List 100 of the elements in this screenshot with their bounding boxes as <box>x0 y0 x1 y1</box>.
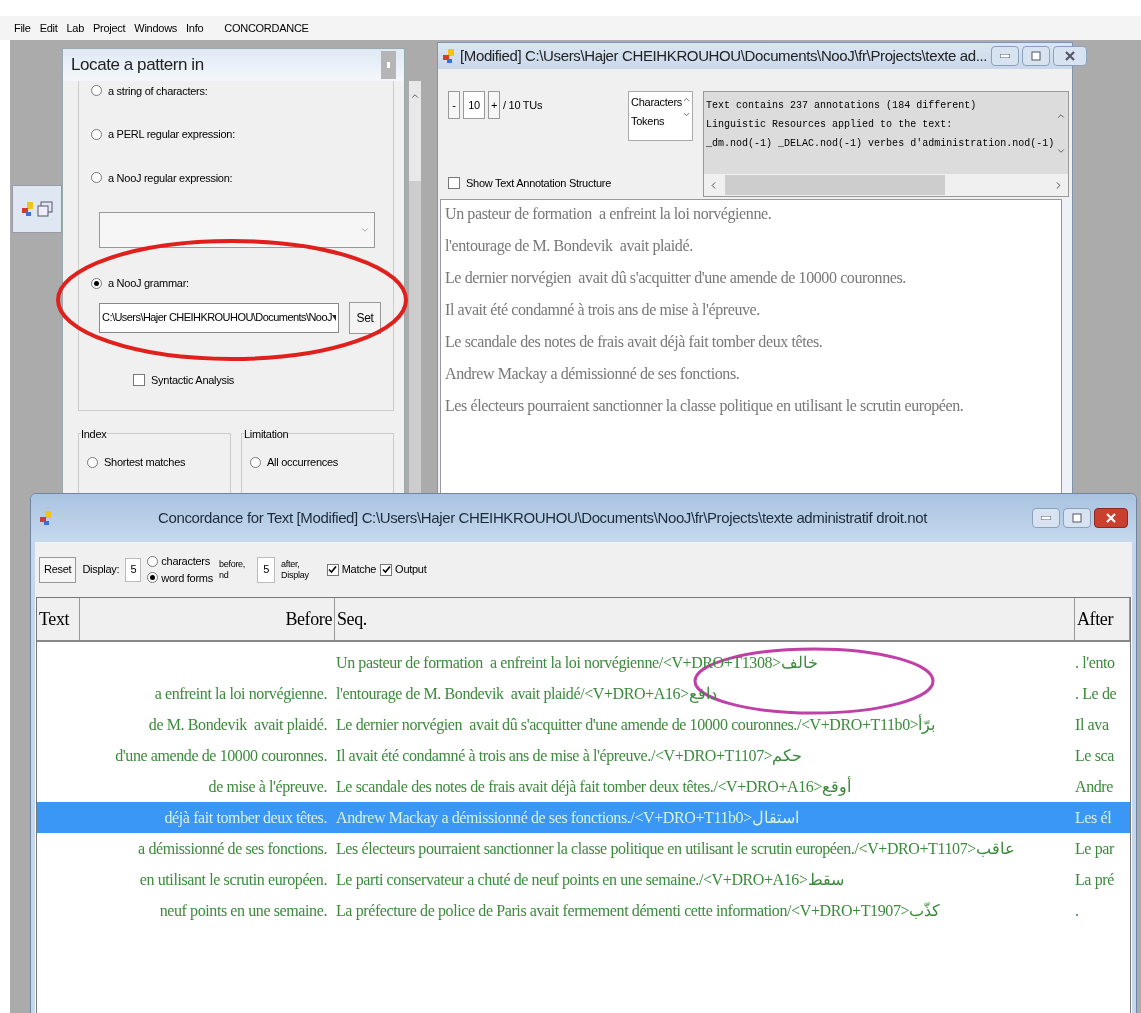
radio-button[interactable] <box>147 572 159 584</box>
menu-item[interactable]: File <box>14 19 31 37</box>
text-line: l'entourage de M. Bondevik avait plaidé. <box>445 236 694 257</box>
note-text: Display <box>281 569 309 581</box>
before-cell-text: a démissionné de ses fonctions. <box>137 838 328 859</box>
window-title: [Modified] C:\Users\Hajer CHEIHKROUHOU\Documents\NooJ\fr\Projects\texte ad... <box>460 45 988 66</box>
radio-button[interactable] <box>91 172 102 184</box>
column-header[interactable]: Seq. <box>335 598 1075 640</box>
windows-icon <box>37 201 53 217</box>
vertical-scrollbar[interactable] <box>409 80 421 493</box>
scrollbar-thumb[interactable] <box>725 175 946 195</box>
expression-combobox[interactable] <box>99 212 375 248</box>
maximize-button[interactable] <box>1022 46 1051 66</box>
checkbox-label: Show Text Annotation Structure <box>466 175 612 191</box>
app-icon <box>21 201 35 217</box>
after-cell-text: La pré <box>1075 869 1115 891</box>
after-cell-text: . <box>1075 900 1080 921</box>
list-item[interactable]: Characters <box>631 94 683 111</box>
before-count-field[interactable]: 5 <box>125 557 142 582</box>
radio-button[interactable] <box>91 85 102 97</box>
text-line: Le dernier norvégien avait dû s'acquitter d'une amende de 10000 couronnes. <box>445 268 907 289</box>
scrollbar-thumb[interactable] <box>409 180 421 493</box>
unit-listbox[interactable]: Characters Tokens <box>628 91 694 141</box>
sequence-cell-text: Il avait été condamné à trois ans de mise à l'épreuve./<V+DRO+T1107>حكم <box>335 745 804 767</box>
checkbox-label: Output <box>395 562 427 578</box>
maximize-icon <box>1072 513 1082 523</box>
radio-button[interactable] <box>250 456 261 468</box>
minimize-icon <box>1041 516 1051 520</box>
app-icon <box>39 510 53 526</box>
minimize-button[interactable] <box>1032 508 1060 528</box>
info-line: Linguistic Resources applied to the text: <box>706 118 954 132</box>
option-label: All occurrences <box>267 455 339 470</box>
menu-item[interactable]: Lab <box>66 19 84 37</box>
increment-button[interactable]: + <box>488 91 500 119</box>
set-button[interactable]: Set <box>349 301 381 334</box>
radio-button[interactable] <box>87 456 98 468</box>
checkbox[interactable] <box>133 373 145 386</box>
grammar-path: C:\Users\Hajer CHEIHKROUHOU\Documents\NooJ <box>102 310 332 326</box>
list-item[interactable]: Tokens <box>631 112 683 129</box>
after-cell-text: Le par <box>1075 838 1116 860</box>
before-cell-text: a enfreint la loi norvégienne. <box>153 683 328 705</box>
checkbox[interactable] <box>326 563 339 576</box>
close-icon <box>1065 51 1076 61</box>
after-cell-text: . l'ento <box>1075 652 1116 673</box>
option-label: a NooJ regular expression: <box>108 170 233 186</box>
before-cell-text: de M. Bondevik avait plaidé. <box>147 714 328 736</box>
pin-button[interactable] <box>381 50 396 79</box>
text-line: Les électeurs pourraient sanctionner la classe politique en utilisant le scrutin européen. <box>445 396 965 417</box>
dropdown-icon <box>360 225 370 235</box>
tu-field[interactable]: 10 <box>463 91 485 119</box>
radio-button[interactable] <box>91 128 102 140</box>
text-line: Andrew Mackay a démissionné de ses fonctions. <box>445 364 741 385</box>
text-line: Le scandale des notes de frais avait déjà fait tomber deux têtes. <box>445 332 824 353</box>
maximize-button[interactable] <box>1063 508 1091 528</box>
close-button[interactable] <box>1053 46 1088 66</box>
info-line: _dm.nod(-1) _DELAC.nod(-1) verbes d'administration.nod(-1) <box>706 137 1055 151</box>
before-cell-text: de mise à l'épreuve. <box>207 776 328 798</box>
minimize-button[interactable] <box>991 46 1020 66</box>
horizontal-scrollbar[interactable] <box>704 174 1069 196</box>
sequence-cell-text: Andrew Mackay a démissionné de ses fonctions./<V+DRO+T11b0>استقال <box>335 807 800 829</box>
app-icon <box>442 48 456 64</box>
column-header[interactable]: After <box>1075 598 1130 640</box>
before-cell-text: d'une amende de 10000 couronnes. <box>114 745 328 766</box>
dropdown-icon <box>331 314 336 321</box>
close-icon <box>1106 513 1116 523</box>
checkbox-label: Matche <box>341 562 377 578</box>
option-label: a PERL regular expression: <box>108 127 235 142</box>
after-cell-text: Le sca <box>1075 745 1115 766</box>
note-text: nd <box>218 569 230 581</box>
radio-button[interactable] <box>147 555 159 567</box>
reset-button[interactable]: Reset <box>39 556 77 583</box>
dock-tab[interactable] <box>12 185 62 233</box>
menu-item[interactable]: Edit <box>39 19 58 37</box>
option-label: a NooJ grammar: <box>108 276 189 291</box>
sequence-cell-text: Les électeurs pourraient sanctionner la classe politique en utilisant le scrutin européen./<V+DRO+T1107>عاقب <box>335 838 1016 860</box>
panel-title: Locate a pattern in <box>71 54 204 76</box>
grammar-path-combobox[interactable]: C:\Users\Hajer CHEIHKROUHOU\Documents\NooJ <box>99 302 339 333</box>
display-label: Display: <box>82 562 120 578</box>
info-line: Text contains 237 annotations (184 different) <box>706 99 978 113</box>
column-header[interactable]: Text <box>37 598 80 640</box>
option-label: characters <box>161 554 210 569</box>
after-cell-text: Les él <box>1075 807 1113 828</box>
menu-item[interactable]: Project <box>93 19 126 37</box>
sequence-cell-text: Le scandale des notes de frais avait déjà fait tomber deux têtes./<V+DRO+A16>أوقع <box>335 775 853 798</box>
menu-item[interactable]: Windows <box>134 19 178 37</box>
checkbox[interactable] <box>448 176 460 189</box>
radio-button[interactable] <box>91 277 102 289</box>
option-label: word forms <box>161 570 213 586</box>
after-cell-text: Il ava <box>1075 714 1110 735</box>
before-cell-text: en utilisant le scrutin européen. <box>138 869 328 891</box>
column-header[interactable]: Before <box>80 598 335 640</box>
menu-item[interactable]: Info <box>186 19 204 37</box>
tu-total: / 10 TUs <box>503 97 543 113</box>
checkbox-label: Syntactic Analysis <box>151 372 235 388</box>
checkbox[interactable] <box>380 563 393 576</box>
text-line: Un pasteur de formation a enfreint la loi norvégienne. <box>445 204 773 225</box>
close-button[interactable] <box>1094 508 1128 528</box>
decrement-button[interactable]: - <box>448 91 460 119</box>
after-count-field[interactable]: 5 <box>257 556 276 583</box>
before-cell-text: neuf points en une semaine. <box>158 900 328 922</box>
